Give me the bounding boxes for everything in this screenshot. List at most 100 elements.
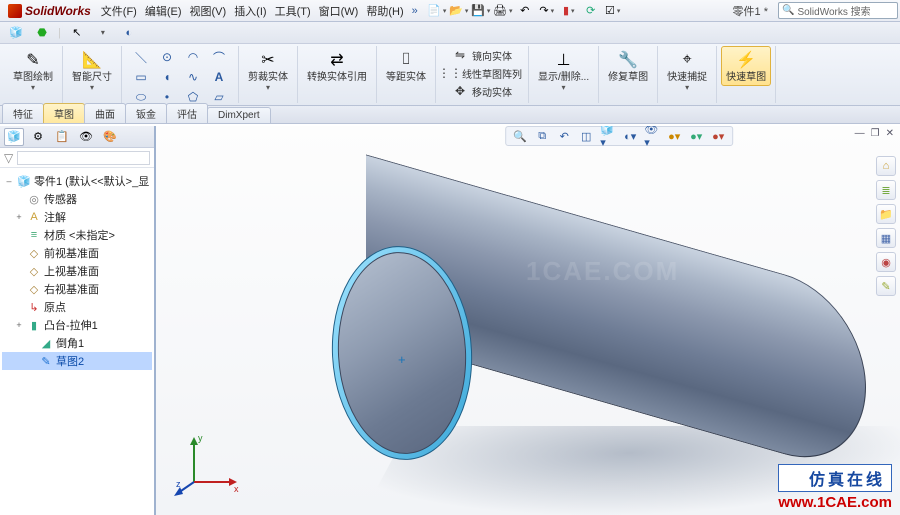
- tp-design-lib-icon[interactable]: ≣: [876, 180, 896, 200]
- section-view-icon[interactable]: ◫: [578, 128, 594, 144]
- fm-tab-decal-icon[interactable]: 🎨: [100, 128, 120, 146]
- sb-cursor-icon[interactable]: ↖: [67, 24, 87, 42]
- line-tool-icon[interactable]: ＼: [130, 48, 152, 66]
- tree-front-plane[interactable]: ◇前视基准面: [2, 244, 152, 262]
- tab-sheetmetal[interactable]: 钣金: [125, 103, 167, 123]
- tree-sensors[interactable]: ◎传感器: [2, 190, 152, 208]
- fillet-tool-icon[interactable]: ⌒: [208, 48, 230, 66]
- linear-pattern-button[interactable]: ⋮⋮线性草图阵列: [440, 64, 524, 82]
- sb-globe-icon[interactable]: ◐: [119, 24, 139, 42]
- search-input[interactable]: 🔍 SolidWorks 搜索: [778, 2, 898, 19]
- sb-chevron-down-icon[interactable]: ▾: [93, 24, 113, 42]
- repair-button[interactable]: 🔧修复草图: [603, 46, 653, 86]
- tab-evaluate[interactable]: 评估: [166, 103, 208, 123]
- smart-dimension-button[interactable]: 📐 智能尺寸 ▾: [67, 46, 117, 95]
- graphics-view[interactable]: 🔍 ⧉ ↶ ◫ 🧊▾ ◐▾ 👁▾ ●▾ ●▾ ●▾ — ❐ ✕ ⌂ ≣ 📁 ▦ …: [156, 126, 900, 515]
- heads-up-toolbar: 🔍 ⧉ ↶ ◫ 🧊▾ ◐▾ 👁▾ ●▾ ●▾ ●▾: [505, 126, 733, 146]
- tab-dimxpert[interactable]: DimXpert: [207, 107, 271, 123]
- appearance-icon[interactable]: ●▾: [666, 128, 682, 144]
- circle-tool-icon[interactable]: ⊙: [156, 48, 178, 66]
- tab-features[interactable]: 特征: [2, 103, 44, 123]
- qat-redo-button[interactable]: ↷: [538, 2, 556, 20]
- slot-tool-icon[interactable]: ◖: [156, 68, 178, 86]
- display-style-icon[interactable]: ◐▾: [622, 128, 638, 144]
- mirror-icon: ⇋: [452, 47, 468, 63]
- zoom-fit-icon[interactable]: 🔍: [512, 128, 528, 144]
- view-triad[interactable]: y x z: [174, 427, 244, 497]
- tree-annotations[interactable]: +A注解: [2, 208, 152, 226]
- tp-custom-props-icon[interactable]: ✎: [876, 276, 896, 296]
- scene-icon[interactable]: ●▾: [688, 128, 704, 144]
- minimize-icon[interactable]: —: [855, 128, 865, 139]
- fm-tab-config-icon[interactable]: ⚙: [28, 128, 48, 146]
- hide-show-icon[interactable]: 👁▾: [644, 128, 660, 144]
- qat-rebuild-button[interactable]: ⟳: [582, 2, 600, 20]
- menu-file[interactable]: 文件(F): [97, 0, 141, 22]
- menu-bar: SolidWorks 文件(F) 编辑(E) 视图(V) 插入(I) 工具(T)…: [0, 0, 900, 22]
- qat-options-button[interactable]: ☑: [604, 2, 622, 20]
- menu-edit[interactable]: 编辑(E): [141, 0, 186, 22]
- qat-print-button[interactable]: 🖨: [494, 2, 512, 20]
- restore-icon[interactable]: ❐: [871, 128, 880, 139]
- fm-tab-display-icon[interactable]: 👁: [76, 128, 96, 146]
- menu-tools[interactable]: 工具(T): [271, 0, 315, 22]
- plane-tool-icon[interactable]: ▱: [208, 88, 230, 106]
- mirror-button[interactable]: ⇋ 镜向实体: [450, 46, 514, 64]
- sb-view-icon[interactable]: 🧊: [6, 24, 26, 42]
- menu-window[interactable]: 窗口(W): [315, 0, 363, 22]
- tree-right-label: 右视基准面: [44, 281, 99, 297]
- rapid-icon: ⚡: [734, 49, 758, 71]
- qat-save-button[interactable]: 💾: [472, 2, 490, 20]
- offset-button[interactable]: ⌷等距实体: [381, 46, 431, 86]
- filter-icon[interactable]: ▽: [4, 151, 13, 165]
- render-icon[interactable]: ●▾: [710, 128, 726, 144]
- tree-root[interactable]: –🧊零件1 (默认<<默认>_显: [2, 172, 152, 190]
- convert-button[interactable]: ⇄转换实体引用: [302, 46, 372, 86]
- tp-file-explorer-icon[interactable]: 📁: [876, 204, 896, 224]
- menu-view[interactable]: 视图(V): [186, 0, 231, 22]
- filter-input[interactable]: [17, 151, 150, 165]
- spline-tool-icon[interactable]: ∿: [182, 68, 204, 86]
- qat-select-button[interactable]: ▮: [560, 2, 578, 20]
- view-orient-icon[interactable]: 🧊▾: [600, 128, 616, 144]
- zoom-area-icon[interactable]: ⧉: [534, 128, 550, 144]
- text-tool-icon[interactable]: A: [208, 68, 230, 86]
- arc-tool-icon[interactable]: ◠: [182, 48, 204, 66]
- watermark: 1CAE.COM: [526, 256, 679, 287]
- fm-tab-tree-icon[interactable]: 🧊: [4, 128, 24, 146]
- tab-sketch[interactable]: 草图: [43, 103, 85, 123]
- fm-tab-property-icon[interactable]: 📋: [52, 128, 72, 146]
- tree-top-plane[interactable]: ◇上视基准面: [2, 262, 152, 280]
- ribbon-group-draw: ＼ ⊙ ◠ ⌒ ▭ ◖ ∿ A ⬭ • ⬠ ▱: [122, 46, 239, 103]
- trim-button[interactable]: ✂剪裁实体▾: [243, 46, 293, 95]
- tree-boss[interactable]: +▮凸台-拉伸1: [2, 316, 152, 334]
- tree-origin[interactable]: ↳原点: [2, 298, 152, 316]
- fm-icon-tabs: 🧊 ⚙ 📋 👁 🎨: [0, 126, 154, 148]
- menu-help[interactable]: 帮助(H): [362, 0, 407, 22]
- quick-snap-button[interactable]: ⌖快速捕捉▾: [662, 46, 712, 95]
- prev-view-icon[interactable]: ↶: [556, 128, 572, 144]
- qat-new-button[interactable]: 📄: [428, 2, 446, 20]
- tp-view-palette-icon[interactable]: ▦: [876, 228, 896, 248]
- sketch-point-icon[interactable]: +: [398, 352, 406, 367]
- tree-right-plane[interactable]: ◇右视基准面: [2, 280, 152, 298]
- tp-resources-icon[interactable]: ⌂: [876, 156, 896, 176]
- rect-tool-icon[interactable]: ▭: [130, 68, 152, 86]
- qat-open-button[interactable]: 📂: [450, 2, 468, 20]
- menu-insert[interactable]: 插入(I): [230, 0, 270, 22]
- rapid-sketch-button[interactable]: ⚡快速草图: [721, 46, 771, 86]
- mirror-label: 镜向实体: [472, 48, 512, 63]
- qat-undo-button[interactable]: ↶: [516, 2, 534, 20]
- move-button[interactable]: ✥移动实体: [450, 82, 514, 100]
- tree-fillet[interactable]: ◢倒角1: [2, 334, 152, 352]
- tp-appearances-icon[interactable]: ◉: [876, 252, 896, 272]
- display-delete-button[interactable]: ⊥显示/删除...▾: [533, 46, 594, 95]
- tree-material[interactable]: ≡材质 <未指定>: [2, 226, 152, 244]
- tree-sketch2[interactable]: ✎草图2: [2, 352, 152, 370]
- close-icon[interactable]: ✕: [886, 128, 894, 139]
- sketch-button[interactable]: ✎ 草图绘制 ▾: [8, 46, 58, 95]
- menu-chevron-icon[interactable]: »: [408, 2, 422, 20]
- trim-icon: ✂: [256, 49, 280, 71]
- sb-green-icon[interactable]: ⬣: [32, 24, 52, 42]
- tab-surfaces[interactable]: 曲面: [84, 103, 126, 123]
